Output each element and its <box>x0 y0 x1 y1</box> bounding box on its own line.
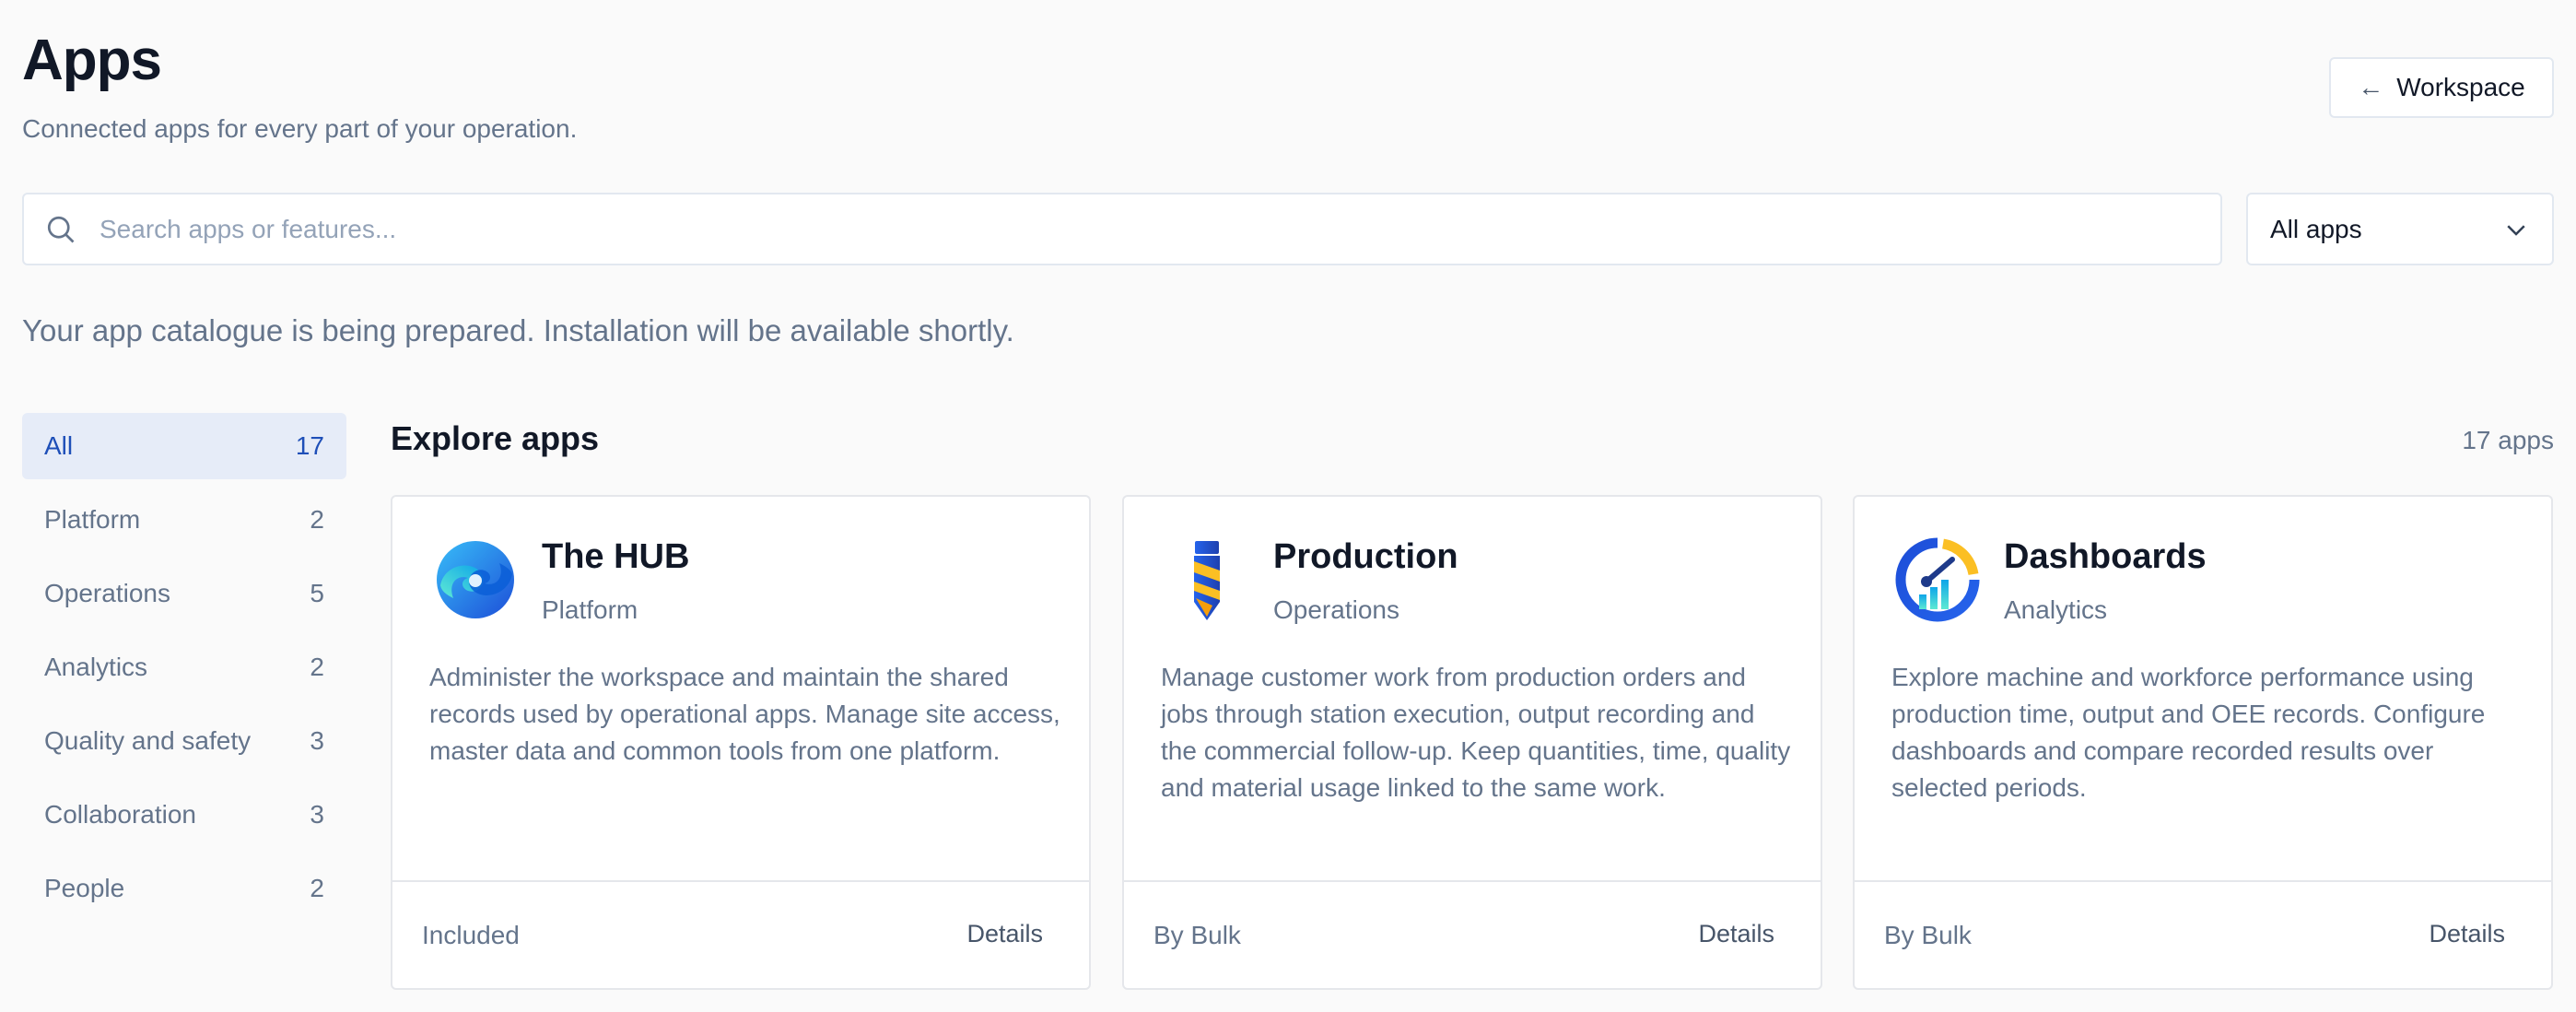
sidebar-item-label: All <box>44 431 74 460</box>
sidebar-item-count: 2 <box>310 653 324 681</box>
chevron-down-icon <box>2507 224 2525 236</box>
sidebar-item-count: 5 <box>310 579 324 607</box>
sidebar-item-count: 3 <box>310 800 324 829</box>
section-title: Explore apps <box>391 419 600 457</box>
details-link[interactable]: Details <box>1698 920 1774 948</box>
search-input[interactable] <box>100 214 2126 244</box>
card-divider <box>1855 880 2551 882</box>
search-box <box>22 193 2222 265</box>
card-divider <box>392 880 1089 882</box>
sidebar-item-all[interactable]: All 17 <box>22 413 346 479</box>
filter-selected-value: All apps <box>2270 214 2362 243</box>
app-meta: Included <box>422 921 520 949</box>
sidebar-item-label: Quality and safety <box>44 726 252 755</box>
sidebar-item-count: 2 <box>310 874 324 902</box>
card-divider <box>1124 880 1821 882</box>
page-subtitle: Connected apps for every part of your op… <box>22 114 578 143</box>
search-icon <box>47 216 75 242</box>
sidebar-item-analytics[interactable]: Analytics 2 <box>22 634 346 700</box>
sidebar-item-quality-and-safety[interactable]: Quality and safety 3 <box>22 708 346 774</box>
app-category: Operations <box>1273 595 1399 624</box>
back-to-workspace-button[interactable]: ← Workspace <box>2329 57 2554 118</box>
catalogue-notice: Your app catalogue is being prepared. In… <box>22 313 1014 347</box>
sidebar-item-collaboration[interactable]: Collaboration 3 <box>22 782 346 848</box>
app-meta: By Bulk <box>1884 921 1972 949</box>
page-title: Apps <box>22 29 162 92</box>
drill-bit-icon <box>1194 541 1220 620</box>
sidebar-item-count: 2 <box>310 505 324 534</box>
app-description: Explore machine and workforce performanc… <box>1891 663 2486 802</box>
app-category: Analytics <box>2004 595 2108 624</box>
gauge-chart-icon <box>1895 537 1980 622</box>
apps-count: 17 apps <box>2462 426 2554 454</box>
app-card-production: Production Operations Manage customer wo… <box>1122 495 1822 990</box>
app-name: The HUB <box>542 537 690 576</box>
sidebar-item-label: Analytics <box>44 653 148 681</box>
app-filter-select[interactable]: All apps <box>2246 193 2554 265</box>
app-meta: By Bulk <box>1153 921 1241 949</box>
arrow-left-icon: ← <box>2358 73 2384 101</box>
sidebar-item-label: People <box>44 874 125 902</box>
sidebar-item-count: 3 <box>310 726 324 755</box>
app-card-hub: The HUB Platform Administer the workspac… <box>391 495 1091 990</box>
sidebar-item-operations[interactable]: Operations 5 <box>22 560 346 627</box>
app-name: Production <box>1273 537 1458 576</box>
hub-logo-icon <box>437 541 514 618</box>
sidebar-item-label: Collaboration <box>44 800 196 829</box>
app-description: Administer the workspace and maintain th… <box>429 663 1060 765</box>
app-name: Dashboards <box>2004 537 2207 576</box>
sidebar-item-count: 17 <box>295 431 324 460</box>
sidebar-item-label: Operations <box>44 579 170 607</box>
app-card-dashboards: Dashboards Analytics Explore machine and… <box>1853 495 2553 990</box>
app-category: Platform <box>542 595 638 624</box>
back-button-label: Workspace <box>2396 73 2525 101</box>
sidebar-item-people[interactable]: People 2 <box>22 855 346 922</box>
category-sidebar: All 17 Platform 2 Operations 5 Analytics… <box>22 413 346 929</box>
app-description: Manage customer work from production ord… <box>1161 663 1791 802</box>
sidebar-item-platform[interactable]: Platform 2 <box>22 487 346 553</box>
sidebar-item-label: Platform <box>44 505 141 534</box>
details-link[interactable]: Details <box>2429 920 2505 948</box>
details-link[interactable]: Details <box>966 920 1043 948</box>
